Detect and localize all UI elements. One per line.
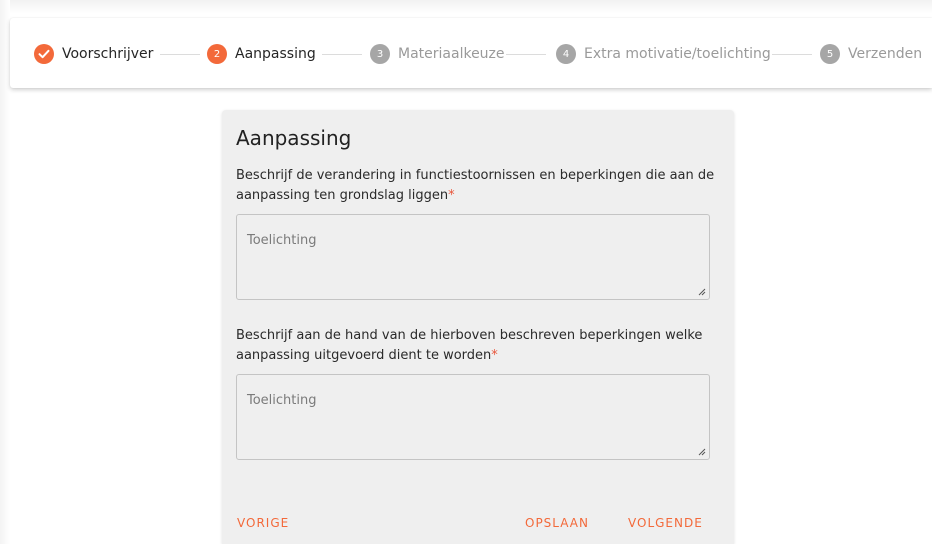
step-connector <box>160 54 200 55</box>
page-top-shade <box>0 0 932 14</box>
page-left-shade <box>0 0 10 544</box>
step-number-badge: 5 <box>820 44 840 64</box>
question-text: Beschrijf de verandering in functiestoor… <box>236 168 715 203</box>
step-number-badge: 3 <box>370 44 390 64</box>
functiestoornissen-textarea[interactable]: Toelichting <box>236 214 710 300</box>
aanpassing-textarea[interactable]: Toelichting <box>236 374 710 460</box>
step-number-badge: 2 <box>207 44 227 64</box>
step-connector <box>322 54 362 55</box>
save-button[interactable]: OPSLAAN <box>525 516 589 530</box>
step-number-badge: 4 <box>556 44 576 64</box>
step-label: Aanpassing <box>235 46 316 62</box>
aanpassing-card: Aanpassing Beschrijf de verandering in f… <box>222 110 734 544</box>
stepper-bar: Voorschrijver 2 Aanpassing 3 Materiaalke… <box>10 18 932 88</box>
textarea-placeholder: Toelichting <box>247 393 317 408</box>
step-label: Extra motivatie/toelichting <box>584 46 771 62</box>
step-connector <box>772 54 812 55</box>
step-label: Verzenden <box>848 46 923 62</box>
resize-handle-icon[interactable] <box>697 447 706 456</box>
question-aanpassing: Beschrijf aan de hand van de hierboven b… <box>236 326 722 366</box>
check-icon <box>34 44 54 64</box>
required-marker: * <box>491 348 498 363</box>
step-label: Voorschrijver <box>62 46 154 62</box>
previous-button[interactable]: VORIGE <box>237 516 289 530</box>
required-marker: * <box>448 188 455 203</box>
resize-handle-icon[interactable] <box>697 287 706 296</box>
step-voorschrijver[interactable]: Voorschrijver <box>34 44 153 64</box>
step-label: Materiaalkeuze <box>398 46 505 62</box>
step-aanpassing[interactable]: 2 Aanpassing <box>207 44 316 64</box>
question-functiestoornissen: Beschrijf de verandering in functiestoor… <box>236 166 722 206</box>
next-button[interactable]: VOLGENDE <box>628 516 703 530</box>
step-extra-motivatie[interactable]: 4 Extra motivatie/toelichting <box>556 44 771 64</box>
page-title: Aanpassing <box>236 126 352 150</box>
step-connector <box>506 54 546 55</box>
question-text: Beschrijf aan de hand van de hierboven b… <box>236 328 703 363</box>
step-materiaalkeuze[interactable]: 3 Materiaalkeuze <box>370 44 505 64</box>
step-verzenden[interactable]: 5 Verzenden <box>820 44 922 64</box>
textarea-placeholder: Toelichting <box>247 233 317 248</box>
